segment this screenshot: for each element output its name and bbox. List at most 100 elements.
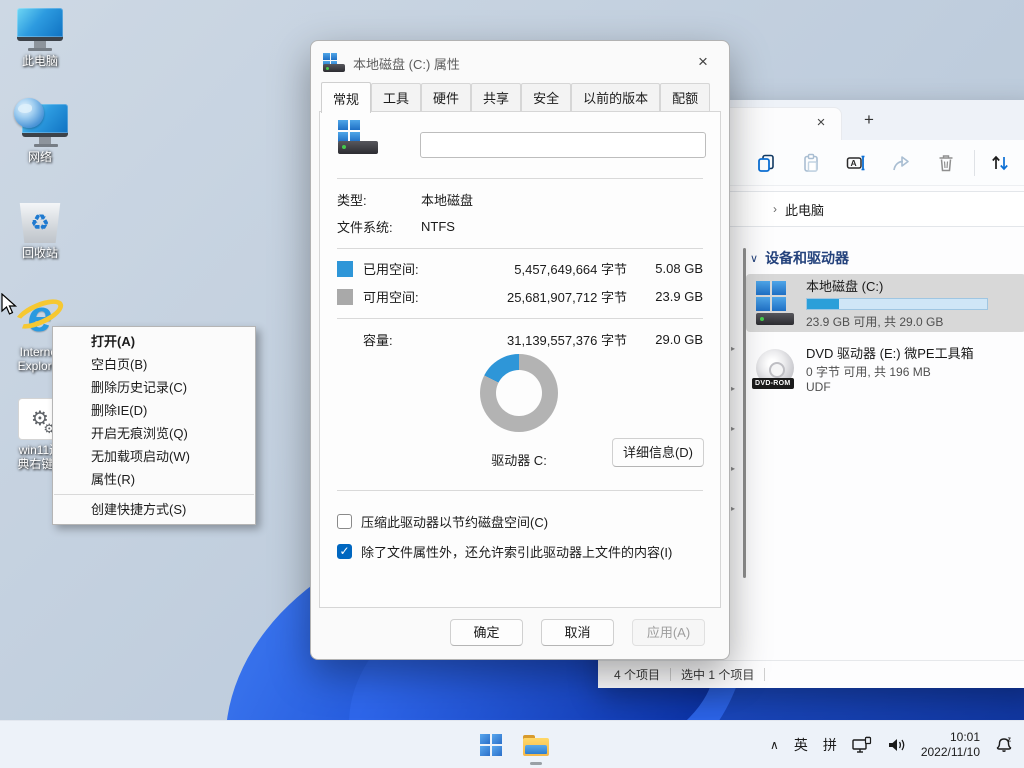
tab-close-icon[interactable]: × [811, 113, 831, 133]
drive-item-c[interactable]: 本地磁盘 (C:) 23.9 GB 可用, 共 29.0 GB [746, 274, 1024, 332]
hidden-icons-chevron-icon[interactable]: ∧ [770, 738, 779, 752]
paste-icon[interactable] [801, 153, 821, 173]
free-space-size: 23.9 GB [627, 289, 703, 304]
tab-sharing[interactable]: 共享 [471, 83, 521, 112]
copy-icon[interactable] [756, 153, 776, 173]
used-space-swatch [337, 261, 353, 277]
share-icon[interactable] [891, 153, 911, 173]
menu-separator [54, 494, 254, 495]
system-tray: ∧ 英 拼 10:01 2022/11/10 z [770, 721, 1014, 768]
drive-item-dvd[interactable]: DVD-ROM DVD 驱动器 (E:) 微PE工具箱 0 字节 可用, 共 1… [746, 338, 1024, 400]
group-header-devices-and-drives[interactable]: ∨ 设备和驱动器 [750, 248, 849, 268]
windows-logo-icon [480, 734, 502, 756]
menu-item-delete-ie[interactable]: 删除IE(D) [53, 399, 255, 422]
network-icon [12, 104, 68, 147]
used-space-bytes: 5,457,649,664 字节 [459, 259, 627, 278]
mouse-cursor [0, 293, 20, 317]
start-button[interactable] [477, 731, 505, 759]
rename-icon[interactable]: A [846, 153, 866, 173]
notification-bell-icon[interactable]: z [995, 735, 1014, 755]
tab-quota[interactable]: 配额 [660, 83, 710, 112]
chevron-down-icon[interactable]: ∨ [750, 252, 758, 265]
breadcrumb-location[interactable]: 此电脑 [785, 200, 824, 219]
tab-security[interactable]: 安全 [521, 83, 571, 112]
menu-item-delete-history[interactable]: 删除历史记录(C) [53, 376, 255, 399]
cancel-button[interactable]: 取消 [541, 619, 614, 646]
dialog-title-bar[interactable]: 本地磁盘 (C:) 属性 × [311, 41, 729, 85]
free-space-label: 可用空间: [363, 287, 459, 306]
dialog-tab-strip: 常规 工具 硬件 共享 安全 以前的版本 配额 [311, 85, 729, 112]
selected-count: 选中 1 个项目 [681, 666, 754, 683]
svg-text:z: z [1008, 737, 1012, 744]
spacer [337, 332, 353, 348]
delete-icon[interactable] [936, 153, 956, 173]
clock-time: 10:01 [921, 730, 980, 745]
ie-context-menu: 打开(A) 空白页(B) 删除历史记录(C) 删除IE(D) 开启无痕浏览(Q)… [52, 326, 256, 525]
desktop-icon-label: 回收站 [22, 246, 58, 260]
checkbox-box[interactable] [337, 544, 352, 559]
sort-icon[interactable] [990, 153, 1010, 173]
tab-general[interactable]: 常规 [321, 82, 371, 113]
desktop-icon-network[interactable]: 网络 [1, 104, 79, 164]
capacity-bytes: 31,139,557,376 字节 [459, 330, 627, 349]
group-header-label: 设备和驱动器 [765, 248, 849, 268]
drive-caption: 23.9 GB 可用, 共 29.0 GB [806, 313, 1024, 330]
recycle-symbol-icon: ♻ [30, 212, 50, 234]
taskbar: ∧ 英 拼 10:01 2022/11/10 z [0, 720, 1024, 768]
dialog-title: 本地磁盘 (C:) 属性 [353, 54, 689, 73]
new-tab-button[interactable]: + [858, 109, 880, 131]
tab-tools[interactable]: 工具 [371, 83, 421, 112]
volume-label-input[interactable] [420, 132, 706, 158]
desktop-icon-label: 此电脑 [22, 54, 58, 68]
svg-text:A: A [851, 158, 857, 168]
drive-usage-bar [806, 298, 988, 310]
tree-chevron-icon: ▸ [731, 464, 735, 473]
taskbar-clock[interactable]: 10:01 2022/11/10 [921, 730, 980, 760]
ime-mode-indicator[interactable]: 拼 [823, 735, 837, 755]
menu-item-blank-page[interactable]: 空白页(B) [53, 353, 255, 376]
this-pc-mini-icon [749, 202, 765, 216]
volume-icon[interactable] [887, 736, 906, 754]
file-explorer-button[interactable] [522, 731, 550, 759]
globe-icon [14, 98, 44, 128]
divider [337, 318, 703, 319]
network-icon[interactable] [852, 736, 872, 754]
type-label: 类型: [337, 190, 421, 209]
menu-item-properties[interactable]: 属性(R) [53, 468, 255, 491]
this-pc-icon [17, 8, 63, 51]
breadcrumb-chevron-icon: › [773, 202, 777, 216]
desktop-icon-label: 网络 [28, 150, 52, 164]
menu-item-create-shortcut[interactable]: 创建快捷方式(S) [53, 498, 255, 521]
menu-item-no-addons[interactable]: 无加载项启动(W) [53, 445, 255, 468]
checkbox-box[interactable] [337, 514, 352, 529]
recycle-bin-icon: ♻ [17, 203, 63, 243]
tab-hardware[interactable]: 硬件 [421, 83, 471, 112]
drive-name: 本地磁盘 (C:) [806, 276, 1024, 295]
tab-previous-versions[interactable]: 以前的版本 [571, 83, 660, 112]
details-button[interactable]: 详细信息(D) [612, 438, 704, 467]
compress-checkbox-row[interactable]: 压缩此驱动器以节约磁盘空间(C) [337, 512, 548, 531]
divider [337, 490, 703, 491]
index-checkbox-row[interactable]: 除了文件属性外，还允许索引此驱动器上文件的内容(I) [337, 542, 672, 561]
free-space-swatch [337, 289, 353, 305]
capacity-label: 容量: [363, 330, 459, 349]
status-bar: 4 个项目 选中 1 个项目 [598, 660, 1024, 688]
drive-caption: 0 字节 可用, 共 196 MB [806, 365, 1024, 380]
menu-item-inprivate[interactable]: 开启无痕浏览(Q) [53, 422, 255, 445]
apply-button[interactable]: 应用(A) [632, 619, 705, 646]
desktop-icon-recycle-bin[interactable]: ♻ 回收站 [1, 203, 79, 260]
running-app-indicator [530, 762, 542, 765]
toolbar-divider [974, 150, 975, 176]
desktop-icon-this-pc[interactable]: 此电脑 [1, 8, 79, 68]
ime-language-indicator[interactable]: 英 [794, 735, 808, 755]
menu-item-open[interactable]: 打开(A) [53, 330, 255, 353]
drive-usage-bar-fill [807, 299, 839, 309]
close-icon[interactable]: × [689, 51, 717, 75]
drive-filesystem: UDF [806, 380, 1024, 395]
clock-date: 2022/11/10 [921, 745, 980, 760]
dialog-buttons: 确定 取消 应用(A) [450, 619, 705, 646]
local-disk-icon [338, 120, 380, 154]
ok-button[interactable]: 确定 [450, 619, 523, 646]
filesystem-value: NTFS [421, 219, 455, 234]
checkbox-label: 除了文件属性外，还允许索引此驱动器上文件的内容(I) [361, 542, 672, 561]
